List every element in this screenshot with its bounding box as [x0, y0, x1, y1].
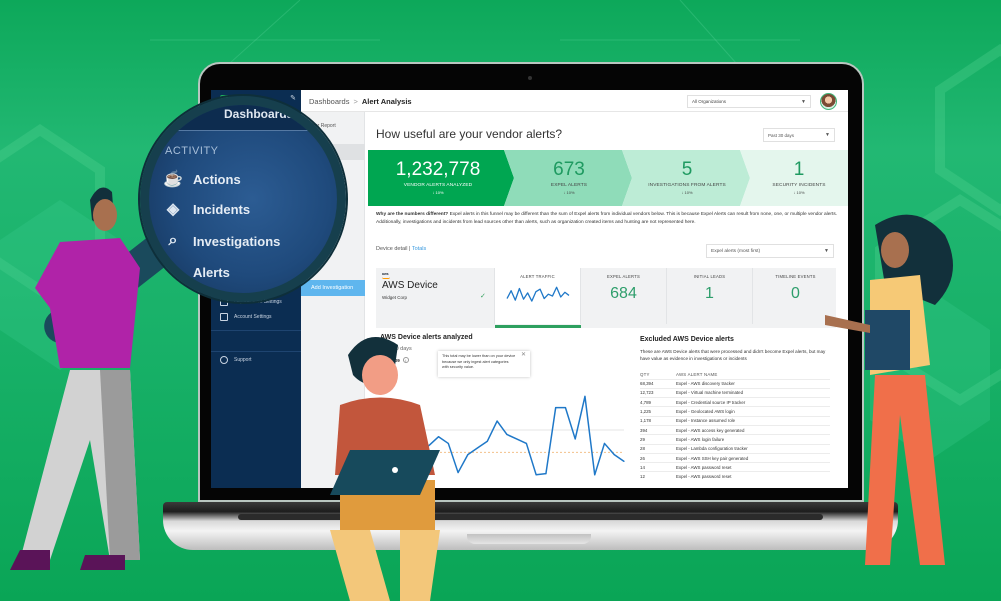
man-with-laptop-illustration [330, 337, 440, 601]
alert-name-cell: Expel - AWS discovery tracker [676, 378, 830, 389]
magnified-header: Dashboards [149, 105, 337, 131]
qty-cell: 28 [640, 443, 676, 454]
data-point[interactable] [613, 454, 615, 456]
chevron-down-icon: ▼ [801, 99, 806, 105]
man-with-magnifier-illustration [10, 187, 140, 570]
qty-cell: 12,723 [640, 387, 676, 398]
data-point[interactable] [506, 433, 508, 436]
metric-initial-leads[interactable]: INITIAL LEADS 1 [666, 268, 752, 324]
metric-expel-alerts[interactable]: EXPEL ALERTS 684 [580, 268, 666, 324]
data-point[interactable] [516, 438, 518, 440]
qty-cell: 1,178 [640, 415, 676, 426]
alert-name-cell: Expel - Instance assumed role [676, 415, 830, 426]
alert-name-cell: Expel - Virtual machine terminated [676, 387, 830, 398]
sidebar-section-heading: ACTIVITY [165, 145, 219, 157]
excluded-alerts-table: QTY AWS ALERT NAME 68,394 Expel - AWS dis… [640, 370, 830, 482]
data-point[interactable] [584, 395, 586, 397]
device-org: Widget Corp [382, 295, 408, 300]
data-point[interactable] [496, 420, 498, 422]
qty-cell: 12 [640, 471, 676, 482]
data-point[interactable] [545, 473, 547, 475]
data-point[interactable] [603, 442, 606, 445]
breadcrumb-current: Alert Analysis [361, 97, 412, 106]
alert-name-cell: Expel - AWS access key generated [676, 424, 830, 435]
device-detail-toggle: Device detail | Totals [376, 246, 427, 252]
funnel-stat-investigations: 5 INVESTIGATIONS FROM ALERTS ↓ 10% [648, 159, 726, 195]
camera-icon [528, 76, 532, 80]
excluded-alerts-panel: Excluded AWS Device alerts These are AWS… [636, 330, 840, 488]
device-name: AWS Device [382, 280, 438, 291]
data-point[interactable] [477, 447, 479, 449]
alert-name-cell: Expel - Credential source IP tracker [676, 397, 830, 407]
aws-smile-icon [382, 277, 390, 279]
data-point[interactable] [574, 438, 576, 440]
data-point[interactable] [555, 407, 557, 409]
top-bar: Dashboards > Alert Analysis All Organizati… [301, 90, 848, 112]
alert-name-cell: Expel - Lambda configuration tracker [676, 443, 830, 454]
pin-icon[interactable]: ✎ [290, 94, 296, 102]
table-row[interactable]: 1,178 Expel - Instance assumed role [640, 415, 830, 426]
active-tab-indicator [495, 325, 581, 328]
data-point[interactable] [525, 442, 527, 445]
panel-title: Excluded AWS Device alerts [640, 336, 734, 343]
qty-cell: 14 [640, 462, 676, 472]
sparkline-series [506, 286, 570, 302]
data-point[interactable] [486, 440, 488, 442]
funnel-stat-expel-alerts: 673 EXPEL ALERTS ↓ 10% [550, 159, 588, 195]
table-row[interactable]: 394 Expel - AWS access key generated [640, 424, 830, 435]
table-row[interactable]: 29 Expel - AWS login failure [640, 434, 830, 445]
device-name-box: aws AWS Device Widget Corp ✓ [376, 268, 494, 324]
qty-cell: 26 [640, 452, 676, 463]
device-card[interactable]: aws AWS Device Widget Corp ✓ ALERT TRAFF… [376, 268, 836, 328]
table-row[interactable]: 14 Expel - AWS password reset [640, 462, 830, 472]
alert-name-cell: Expel - AWS password reset [676, 471, 830, 482]
column-header-qty[interactable]: QTY [640, 370, 676, 379]
funnel-stat-incidents: 1 SECURITY INCIDENTS ↓ 10% [772, 159, 826, 195]
qty-cell: 1,225 [640, 406, 676, 417]
alert-name-cell: Expel - AWS password reset [676, 462, 830, 472]
table-row[interactable]: 68,394 Expel - AWS discovery tracker [640, 378, 830, 389]
table-row[interactable]: 12 Expel - AWS password reset [640, 471, 830, 482]
table-row[interactable]: 4,789 Expel - Credential source IP tracke… [640, 397, 830, 407]
data-point[interactable] [564, 407, 567, 409]
alert-traffic-sparkline [506, 286, 570, 302]
alert-name-cell: Expel - Geolocated AWS login [676, 406, 830, 417]
column-header-alert-name[interactable]: AWS ALERT NAME [676, 370, 830, 379]
chevron-down-icon: ▼ [825, 132, 830, 138]
numbers-explanation: Why are the numbers different? Expel ale… [376, 212, 838, 225]
table-row[interactable]: 12,723 Expel - Virtual machine terminated [640, 387, 830, 398]
data-point[interactable] [594, 474, 596, 476]
close-icon[interactable]: ✕ [521, 352, 526, 359]
metric-alert-traffic[interactable]: ALERT TRAFFIC [494, 268, 581, 328]
table-row[interactable]: 28 Expel - Lambda configuration tracker [640, 443, 830, 454]
alert-name-cell: Expel - AWS login failure [676, 434, 830, 445]
check-icon: ✓ [480, 293, 486, 300]
laptop-base [163, 502, 898, 550]
table-row[interactable]: 1,225 Expel - Geolocated AWS login [640, 406, 830, 417]
aws-logo-icon: aws [382, 272, 389, 276]
qty-cell: 394 [640, 424, 676, 435]
user-avatar[interactable] [820, 93, 837, 110]
date-range-select[interactable]: Past 30 days ▼ [763, 128, 835, 142]
organization-select[interactable]: All Organizations ▼ [687, 95, 811, 108]
breadcrumb-separator: > [353, 97, 358, 106]
alert-name-cell: Expel - AWS SSH key pair generated [676, 452, 830, 463]
panel-description: These are AWS Device alerts that were pr… [640, 349, 826, 361]
page-title: How useful are your vendor alerts? [376, 127, 563, 141]
totals-link[interactable]: Totals [412, 246, 426, 252]
qty-cell: 68,394 [640, 378, 676, 389]
table-row[interactable]: 26 Expel - AWS SSH key pair generated [640, 452, 830, 463]
data-point[interactable] [623, 460, 625, 462]
funnel-stat-vendor-alerts: 1,232,778 VENDOR ALERTS ANALYZED ↓ 10% [395, 159, 481, 195]
add-investigation-button[interactable]: Add Investigation [301, 280, 365, 296]
qty-cell: 4,789 [640, 397, 676, 407]
trackpad-notch [467, 534, 591, 544]
qty-cell: 29 [640, 434, 676, 445]
woman-with-clipboard-illustration [825, 214, 953, 565]
data-point[interactable] [535, 474, 537, 476]
